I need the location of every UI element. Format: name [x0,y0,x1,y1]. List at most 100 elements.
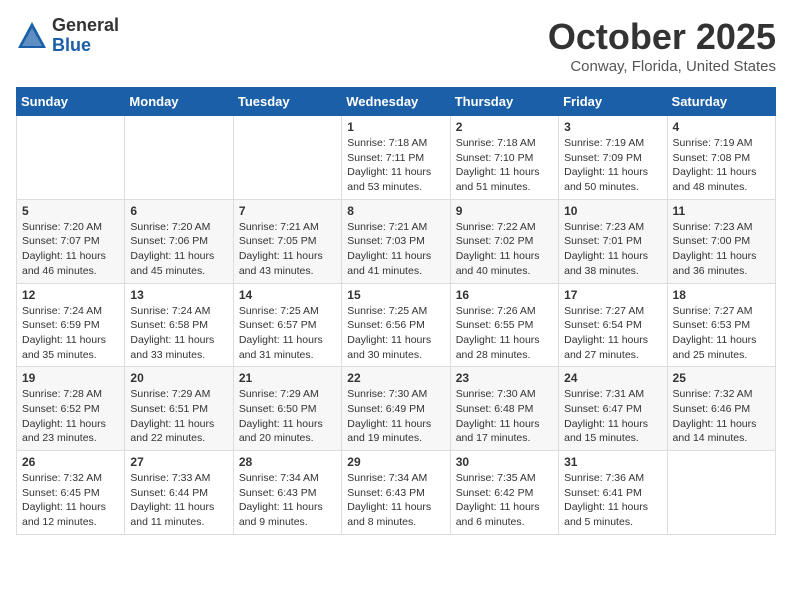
calendar-cell: 12 Sunrise: 7:24 AM Sunset: 6:59 PM Dayli… [17,283,125,367]
calendar-cell [667,451,775,535]
day-info: Sunrise: 7:21 AM Sunset: 7:05 PM Dayligh… [239,220,336,279]
day-number: 19 [22,371,119,385]
calendar-body: 1Sunrise: 7:18 AM Sunset: 7:11 PM Daylig… [17,116,776,535]
calendar-cell: 22Sunrise: 7:30 AM Sunset: 6:49 PM Dayli… [342,367,450,451]
month-title: October 2025 [548,16,776,58]
day-info: Sunrise: 7:23 AM Sunset: 7:01 PM Dayligh… [564,220,661,279]
calendar-cell: 23Sunrise: 7:30 AM Sunset: 6:48 PM Dayli… [450,367,558,451]
day-number: 6 [130,204,227,218]
calendar-cell: 6Sunrise: 7:20 AM Sunset: 7:06 PM Daylig… [125,199,233,283]
day-number: 14 [239,288,336,302]
calendar-cell: 29 Sunrise: 7:34 AM Sunset: 6:43 PM Dayli… [342,451,450,535]
calendar-cell: 14 Sunrise: 7:25 AM Sunset: 6:57 PM Dayli… [233,283,341,367]
calendar-table: SundayMondayTuesdayWednesdayThursdayFrid… [16,87,776,535]
day-info: Sunrise: 7:35 AM Sunset: 6:42 PM Dayligh… [456,471,553,530]
calendar-cell: 5Sunrise: 7:20 AM Sunset: 7:07 PM Daylig… [17,199,125,283]
day-number: 9 [456,204,553,218]
calendar-cell: 3 Sunrise: 7:19 AM Sunset: 7:09 PM Daylig… [559,116,667,200]
header-day-sunday: Sunday [17,88,125,116]
calendar-cell: 25 Sunrise: 7:32 AM Sunset: 6:46 PM Dayli… [667,367,775,451]
calendar-cell: 9 Sunrise: 7:22 AM Sunset: 7:02 PM Daylig… [450,199,558,283]
day-number: 21 [239,371,336,385]
day-info: Sunrise: 7:20 AM Sunset: 7:07 PM Dayligh… [22,220,119,279]
day-info: Sunrise: 7:28 AM Sunset: 6:52 PM Dayligh… [22,387,119,446]
header-day-wednesday: Wednesday [342,88,450,116]
day-info: Sunrise: 7:24 AM Sunset: 6:59 PM Dayligh… [22,304,119,363]
day-number: 15 [347,288,444,302]
calendar-cell: 19 Sunrise: 7:28 AM Sunset: 6:52 PM Dayli… [17,367,125,451]
calendar-cell: 4Sunrise: 7:19 AM Sunset: 7:08 PM Daylig… [667,116,775,200]
calendar-cell: 30 Sunrise: 7:35 AM Sunset: 6:42 PM Dayli… [450,451,558,535]
logo-icon [16,20,48,52]
calendar-cell [17,116,125,200]
day-info: Sunrise: 7:26 AM Sunset: 6:55 PM Dayligh… [456,304,553,363]
day-number: 30 [456,455,553,469]
day-number: 31 [564,455,661,469]
header-day-monday: Monday [125,88,233,116]
day-number: 3 [564,120,661,134]
calendar-cell: 2Sunrise: 7:18 AM Sunset: 7:10 PM Daylig… [450,116,558,200]
calendar-cell: 28 Sunrise: 7:34 AM Sunset: 6:43 PM Dayli… [233,451,341,535]
calendar-cell: 31 Sunrise: 7:36 AM Sunset: 6:41 PM Dayli… [559,451,667,535]
day-number: 16 [456,288,553,302]
day-info: Sunrise: 7:22 AM Sunset: 7:02 PM Dayligh… [456,220,553,279]
calendar-cell: 7 Sunrise: 7:21 AM Sunset: 7:05 PM Daylig… [233,199,341,283]
day-number: 13 [130,288,227,302]
calendar-cell: 11 Sunrise: 7:23 AM Sunset: 7:00 PM Dayli… [667,199,775,283]
calendar-cell: 16 Sunrise: 7:26 AM Sunset: 6:55 PM Dayli… [450,283,558,367]
day-info: Sunrise: 7:29 AM Sunset: 6:51 PM Dayligh… [130,387,227,446]
calendar-cell: 15 Sunrise: 7:25 AM Sunset: 6:56 PM Dayli… [342,283,450,367]
day-number: 28 [239,455,336,469]
logo-general: General [52,16,119,36]
day-number: 18 [673,288,770,302]
day-number: 27 [130,455,227,469]
day-info: Sunrise: 7:32 AM Sunset: 6:45 PM Dayligh… [22,471,119,530]
calendar-cell: 8 Sunrise: 7:21 AM Sunset: 7:03 PM Daylig… [342,199,450,283]
day-info: Sunrise: 7:30 AM Sunset: 6:48 PM Dayligh… [456,387,553,446]
day-number: 2 [456,120,553,134]
day-info: Sunrise: 7:25 AM Sunset: 6:56 PM Dayligh… [347,304,444,363]
day-number: 25 [673,371,770,385]
logo-blue: Blue [52,36,119,56]
location: Conway, Florida, United States [548,58,776,75]
calendar-cell: 10Sunrise: 7:23 AM Sunset: 7:01 PM Dayli… [559,199,667,283]
calendar-cell [233,116,341,200]
header-day-friday: Friday [559,88,667,116]
header-day-thursday: Thursday [450,88,558,116]
page-header: General Blue October 2025 Conway, Florid… [16,16,776,75]
day-info: Sunrise: 7:19 AM Sunset: 7:09 PM Dayligh… [564,136,661,195]
day-info: Sunrise: 7:31 AM Sunset: 6:47 PM Dayligh… [564,387,661,446]
day-info: Sunrise: 7:29 AM Sunset: 6:50 PM Dayligh… [239,387,336,446]
day-info: Sunrise: 7:30 AM Sunset: 6:49 PM Dayligh… [347,387,444,446]
day-info: Sunrise: 7:34 AM Sunset: 6:43 PM Dayligh… [347,471,444,530]
day-number: 7 [239,204,336,218]
day-info: Sunrise: 7:23 AM Sunset: 7:00 PM Dayligh… [673,220,770,279]
day-info: Sunrise: 7:32 AM Sunset: 6:46 PM Dayligh… [673,387,770,446]
day-number: 29 [347,455,444,469]
calendar-week-0: 1Sunrise: 7:18 AM Sunset: 7:11 PM Daylig… [17,116,776,200]
header-row: SundayMondayTuesdayWednesdayThursdayFrid… [17,88,776,116]
calendar-week-4: 26 Sunrise: 7:32 AM Sunset: 6:45 PM Dayli… [17,451,776,535]
day-info: Sunrise: 7:36 AM Sunset: 6:41 PM Dayligh… [564,471,661,530]
day-number: 26 [22,455,119,469]
calendar-cell: 18 Sunrise: 7:27 AM Sunset: 6:53 PM Dayli… [667,283,775,367]
header-day-tuesday: Tuesday [233,88,341,116]
day-info: Sunrise: 7:27 AM Sunset: 6:53 PM Dayligh… [673,304,770,363]
day-info: Sunrise: 7:25 AM Sunset: 6:57 PM Dayligh… [239,304,336,363]
logo: General Blue [16,16,119,56]
day-number: 11 [673,204,770,218]
day-info: Sunrise: 7:21 AM Sunset: 7:03 PM Dayligh… [347,220,444,279]
day-info: Sunrise: 7:27 AM Sunset: 6:54 PM Dayligh… [564,304,661,363]
calendar-header: SundayMondayTuesdayWednesdayThursdayFrid… [17,88,776,116]
logo-text: General Blue [52,16,119,56]
day-number: 17 [564,288,661,302]
day-number: 12 [22,288,119,302]
calendar-cell: 20 Sunrise: 7:29 AM Sunset: 6:51 PM Dayli… [125,367,233,451]
calendar-week-3: 19 Sunrise: 7:28 AM Sunset: 6:52 PM Dayli… [17,367,776,451]
day-number: 8 [347,204,444,218]
day-info: Sunrise: 7:34 AM Sunset: 6:43 PM Dayligh… [239,471,336,530]
calendar-cell: 21 Sunrise: 7:29 AM Sunset: 6:50 PM Dayli… [233,367,341,451]
day-number: 20 [130,371,227,385]
day-info: Sunrise: 7:19 AM Sunset: 7:08 PM Dayligh… [673,136,770,195]
calendar-cell: 1Sunrise: 7:18 AM Sunset: 7:11 PM Daylig… [342,116,450,200]
